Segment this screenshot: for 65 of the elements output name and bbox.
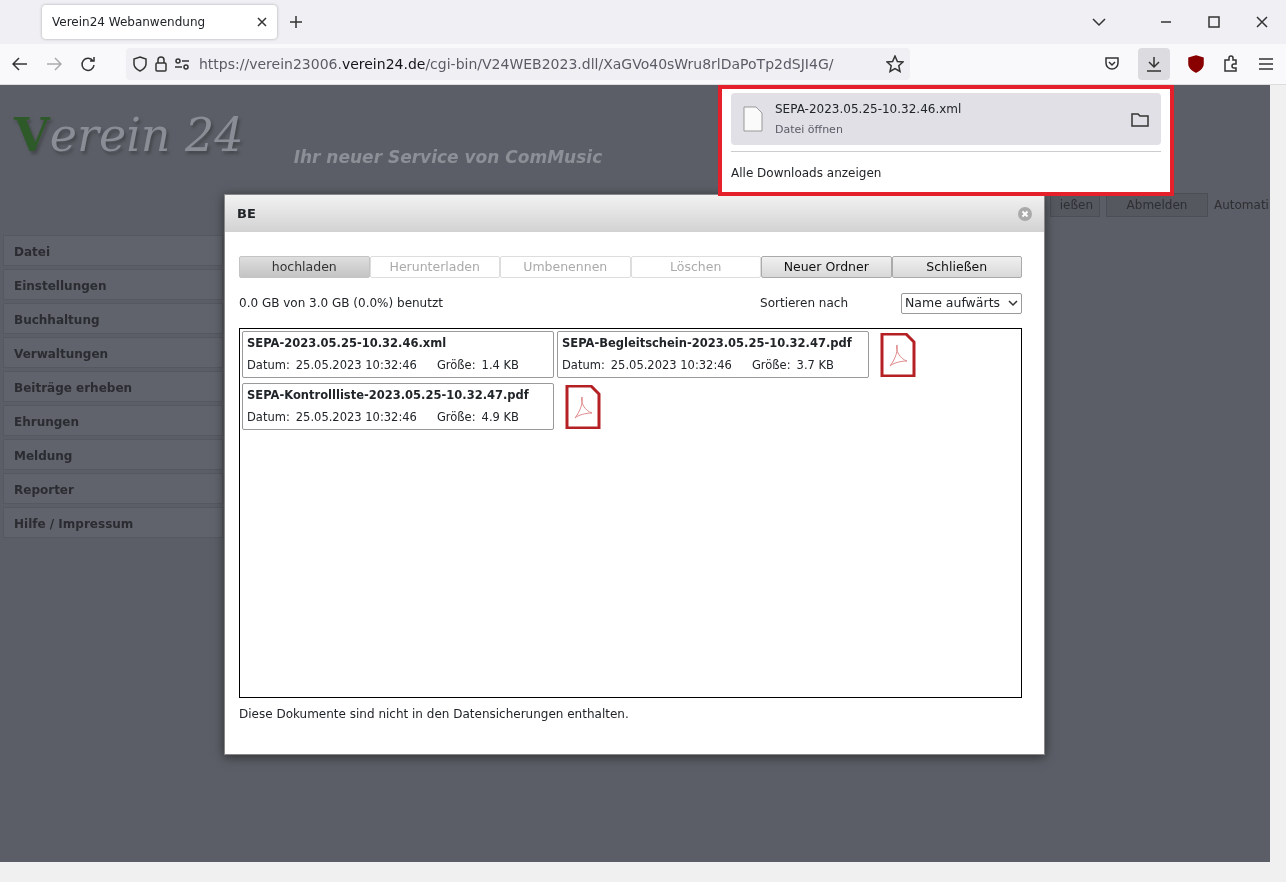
chevron-down-icon [1008,299,1018,307]
file-card[interactable]: SEPA-Begleitschein-2023.05.25-10.32.47.pdf Datum: 25.05.2023 10:32:46 Größe: 3.7 KB [557,331,869,378]
download-item[interactable]: SEPA-2023.05.25-10.32.46.xml Datei öffnen [731,93,1161,145]
sort-label: Sortieren nach [760,295,848,312]
new-tab-icon[interactable] [289,15,303,29]
file-size: 3.7 KB [796,356,834,374]
pdf-file-icon [565,385,601,429]
permissions-icon[interactable] [174,57,190,71]
file-size: 4.9 KB [481,408,519,426]
file-name: SEPA-Begleitschein-2023.05.25-10.32.47.pdf [562,335,853,352]
date-label: Datum: [247,408,290,426]
scrollbar[interactable] [1270,85,1286,862]
sidebar-item[interactable]: Meldung [3,439,223,470]
dialog-button[interactable]: Neuer Ordner [761,256,892,278]
maximize-icon[interactable] [1208,16,1220,28]
chevron-down-icon[interactable] [1092,17,1106,27]
pocket-icon[interactable] [1104,56,1120,72]
close-icon[interactable] [1256,16,1268,28]
dialog-button[interactable]: Schließen [891,256,1022,278]
footer-note: Diese Dokumente sind nicht in den Datensicherungen enthalten. [239,706,630,723]
menu-icon[interactable] [1258,57,1274,71]
file-date: 25.05.2023 10:32:46 [610,356,732,374]
date-label: Datum: [562,356,605,374]
file-icon [743,106,763,132]
close-icon[interactable] [257,17,267,27]
star-icon[interactable] [886,55,904,73]
size-label: Größe: [436,356,476,374]
sort-dropdown[interactable]: Name aufwärts [901,292,1022,314]
dialog-title: BE [237,204,256,223]
lock-icon [154,56,168,72]
file-card[interactable]: SEPA-Kontrollliste-2023.05.25-10.32.47.pdf Datum: 25.05.2023 10:32:46 Größe: 4.9 KB [242,383,554,430]
shield-icon [132,56,148,72]
browser-tab[interactable]: Verein24 Webanwendung [42,5,277,39]
file-name: SEPA-2023.05.25-10.32.46.xml [247,335,448,352]
reload-icon[interactable] [80,56,96,72]
sidebar-item[interactable]: Hilfe / Impressum [3,507,223,538]
download-file-name: SEPA-2023.05.25-10.32.46.xml [775,100,962,118]
sidebar-item[interactable]: Einstellungen [3,269,223,300]
size-label: Größe: [436,408,476,426]
sidebar-item[interactable]: Ehrungen [3,405,223,436]
pdf-file-icon [880,333,916,377]
download-action: Datei öffnen [775,121,844,138]
file-date: 25.05.2023 10:32:46 [295,356,417,374]
file-date: 25.05.2023 10:32:46 [295,408,417,426]
tab-title: Verein24 Webanwendung [52,14,206,31]
downloads-button[interactable] [1138,48,1170,80]
dialog-button[interactable]: hochladen [239,256,370,278]
file-card[interactable]: SEPA-2023.05.25-10.32.46.xml Datum: 25.05.2023 10:32:46 Größe: 1.4 KB [242,331,554,378]
size-label: Größe: [751,356,791,374]
file-name: SEPA-Kontrollliste-2023.05.25-10.32.47.pdf [247,387,530,404]
sidebar-item[interactable]: Verwaltungen [3,337,223,368]
show-all-downloads-link[interactable]: Alle Downloads anzeigen [731,152,1161,182]
download-icon [1146,56,1162,72]
scrollbar[interactable] [0,862,1286,882]
usage-text: 0.0 GB von 3.0 GB (0.0%) benutzt [239,295,443,312]
sidebar-item[interactable]: Beiträge erheben [3,371,223,402]
sidebar-item[interactable]: Buchhaltung [3,303,223,334]
sidebar-item[interactable]: Datei [3,235,223,266]
file-size: 1.4 KB [481,356,519,374]
back-icon[interactable] [12,57,28,71]
sidebar-item[interactable]: Reporter [3,473,223,504]
folder-icon[interactable] [1131,111,1149,127]
date-label: Datum: [247,356,290,374]
puzzle-icon[interactable] [1222,55,1240,73]
shield-icon[interactable] [1188,55,1204,73]
